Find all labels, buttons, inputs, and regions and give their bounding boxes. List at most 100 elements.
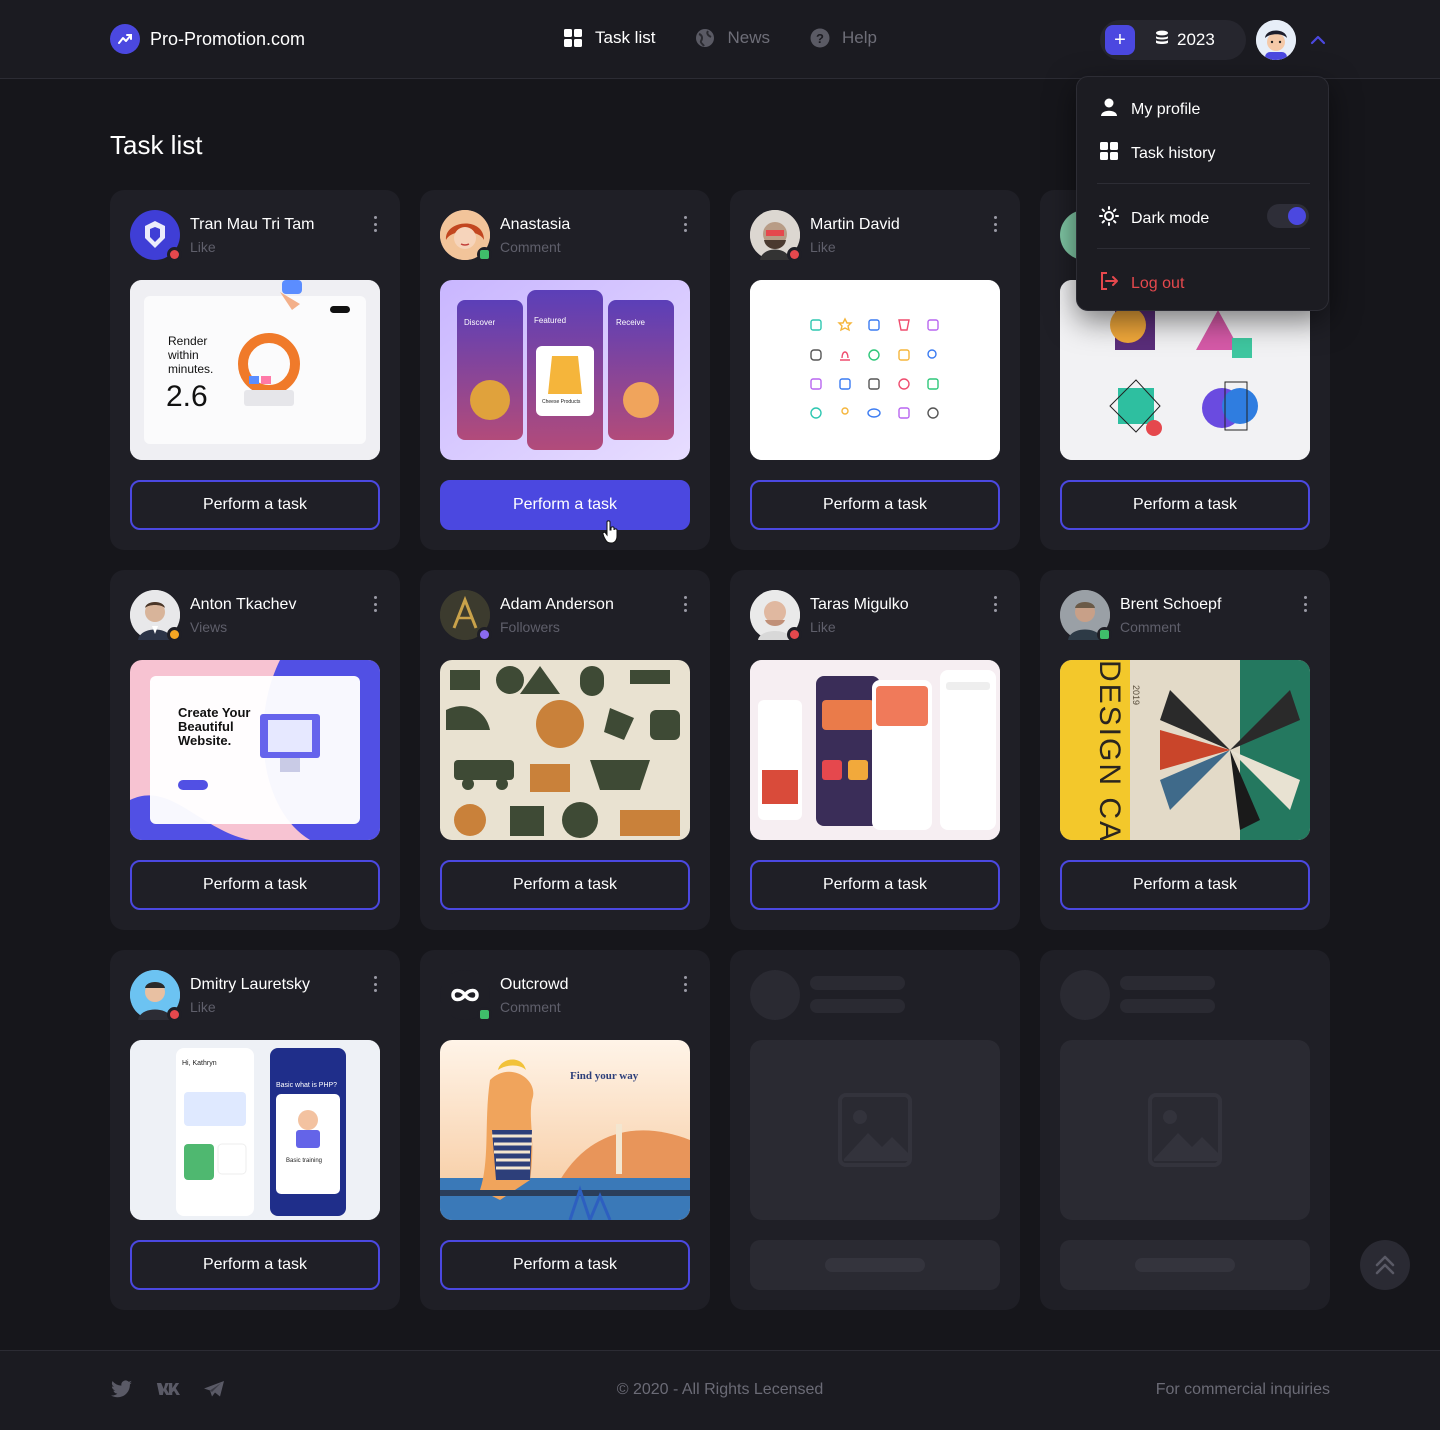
heart-icon bbox=[167, 1007, 182, 1022]
menu-dark-mode[interactable]: Dark mode bbox=[1099, 206, 1209, 231]
more-options-icon[interactable] bbox=[682, 216, 688, 232]
add-funds-button[interactable]: + bbox=[1105, 25, 1135, 55]
svg-text:?: ? bbox=[816, 31, 824, 46]
thumb-screen-title: Discover bbox=[464, 318, 496, 327]
more-options-icon[interactable] bbox=[992, 596, 998, 612]
task-preview-image[interactable] bbox=[750, 280, 1000, 460]
task-preview-image[interactable]: Find your way bbox=[440, 1040, 690, 1220]
menu-divider bbox=[1097, 183, 1310, 184]
thumb-number: 2.6 bbox=[166, 380, 208, 413]
skeleton-line bbox=[1120, 976, 1215, 990]
user-name: Taras Migulko bbox=[810, 595, 909, 613]
perform-task-button[interactable]: Perform a task bbox=[1060, 480, 1310, 530]
nav-task-list[interactable]: Task list bbox=[563, 28, 655, 48]
balance-pill: + 2023 bbox=[1100, 20, 1246, 60]
task-type: Like bbox=[810, 618, 836, 635]
image-placeholder-icon bbox=[838, 1093, 912, 1167]
user-name: Martin David bbox=[810, 215, 900, 233]
task-type: Like bbox=[810, 238, 836, 255]
more-options-icon[interactable] bbox=[682, 596, 688, 612]
balance-amount: 2023 bbox=[1177, 30, 1215, 49]
skeleton-line bbox=[810, 999, 905, 1013]
task-type: Like bbox=[190, 998, 216, 1015]
task-preview-image[interactable] bbox=[750, 660, 1000, 840]
comment-icon bbox=[477, 247, 492, 262]
perform-task-button[interactable]: Perform a task bbox=[130, 860, 380, 910]
more-options-icon[interactable] bbox=[372, 596, 378, 612]
more-options-icon[interactable] bbox=[682, 976, 688, 992]
task-preview-image[interactable] bbox=[440, 660, 690, 840]
skeleton-image bbox=[750, 1040, 1000, 1220]
heart-icon bbox=[787, 627, 802, 642]
task-type: Comment bbox=[1120, 618, 1181, 635]
skeleton-line bbox=[810, 976, 905, 990]
perform-task-button[interactable]: Perform a task bbox=[130, 1240, 380, 1290]
user-name: Brent Schoepf bbox=[1120, 595, 1222, 613]
more-options-icon[interactable] bbox=[372, 976, 378, 992]
avatar bbox=[440, 970, 492, 1022]
task-type: Comment bbox=[500, 238, 561, 255]
skeleton-avatar bbox=[750, 970, 800, 1020]
user-avatar[interactable] bbox=[1256, 20, 1296, 60]
task-preview-image[interactable]: Create Your Beautiful Website. bbox=[130, 660, 380, 840]
top-bar: Pro-Promotion.com Task list News ? Help … bbox=[0, 0, 1440, 79]
footer: © 2020 - All Rights Lecensed For commerc… bbox=[0, 1350, 1440, 1430]
nav-help[interactable]: ? Help bbox=[810, 28, 877, 48]
dark-mode-toggle[interactable] bbox=[1267, 204, 1309, 228]
commercial-inquiries-link[interactable]: For commercial inquiries bbox=[1156, 1381, 1330, 1399]
scroll-to-top-button[interactable] bbox=[1360, 1240, 1410, 1290]
logo[interactable]: Pro-Promotion.com bbox=[110, 24, 305, 54]
avatar bbox=[440, 210, 492, 262]
thumb-product: Cheese Products bbox=[542, 399, 581, 405]
task-preview-image[interactable]: Discover Featured Receive Cheese Product… bbox=[440, 280, 690, 460]
more-options-icon[interactable] bbox=[372, 216, 378, 232]
more-options-icon[interactable] bbox=[1302, 596, 1308, 612]
avatar bbox=[1060, 590, 1112, 642]
task-card: Tran Mau Tri Tam Like Render within minut… bbox=[110, 190, 400, 550]
menu-label: Dark mode bbox=[1131, 209, 1210, 227]
perform-task-button[interactable]: Perform a task bbox=[440, 480, 690, 530]
perform-task-button[interactable]: Perform a task bbox=[440, 1240, 690, 1290]
comment-icon bbox=[477, 1007, 492, 1022]
followers-icon bbox=[477, 627, 492, 642]
task-type: Comment bbox=[500, 998, 561, 1015]
main-nav: Task list News ? Help bbox=[563, 28, 877, 48]
perform-task-button[interactable]: Perform a task bbox=[1060, 860, 1310, 910]
comment-icon bbox=[1097, 627, 1112, 642]
task-type: Views bbox=[190, 618, 228, 635]
task-card: Dmitry Lauretsky Like Hi, Kathryn Basic w… bbox=[110, 950, 400, 1310]
more-options-icon[interactable] bbox=[992, 216, 998, 232]
nav-news[interactable]: News bbox=[695, 28, 770, 48]
user-name: Anastasia bbox=[500, 215, 571, 233]
trend-up-icon bbox=[110, 24, 140, 54]
menu-task-history[interactable]: Task history bbox=[1099, 141, 1215, 166]
task-preview-image[interactable]: DESIGN CAMP 2019 bbox=[1060, 660, 1310, 840]
task-preview-image[interactable]: Hi, Kathryn Basic what is PHP? Basic tra… bbox=[130, 1040, 380, 1220]
menu-my-profile[interactable]: My profile bbox=[1099, 97, 1200, 122]
skeleton-avatar bbox=[1060, 970, 1110, 1020]
page-title: Task list bbox=[110, 130, 203, 160]
skeleton-button bbox=[1060, 1240, 1310, 1290]
globe-icon bbox=[695, 28, 715, 48]
menu-divider bbox=[1097, 248, 1310, 249]
perform-task-button[interactable]: Perform a task bbox=[750, 860, 1000, 910]
avatar bbox=[130, 210, 182, 262]
user-name: Outcrowd bbox=[500, 975, 569, 993]
menu-label: Log out bbox=[1131, 274, 1185, 292]
task-type: Like bbox=[190, 238, 216, 255]
menu-label: Task history bbox=[1131, 144, 1216, 162]
task-card: Taras Migulko Like Perform a task bbox=[730, 570, 1020, 930]
chevron-up-icon[interactable] bbox=[1308, 30, 1328, 50]
nav-label: Task list bbox=[595, 28, 656, 47]
task-preview-image[interactable]: Render within minutes. 2.6 bbox=[130, 280, 380, 460]
task-card: Adam Anderson Followers Perform a task bbox=[420, 570, 710, 930]
task-card: Martin David Like Perform a task bbox=[730, 190, 1020, 550]
task-card: Brent Schoepf Comment DESIGN CAMP 2019 Pe… bbox=[1040, 570, 1330, 930]
perform-task-button[interactable]: Perform a task bbox=[130, 480, 380, 530]
skeleton-line bbox=[1120, 999, 1215, 1013]
menu-log-out[interactable]: Log out bbox=[1099, 271, 1184, 296]
perform-task-button[interactable]: Perform a task bbox=[750, 480, 1000, 530]
perform-task-button[interactable]: Perform a task bbox=[440, 860, 690, 910]
thumb-training: Basic training bbox=[286, 1158, 323, 1164]
sun-icon bbox=[1099, 206, 1119, 231]
